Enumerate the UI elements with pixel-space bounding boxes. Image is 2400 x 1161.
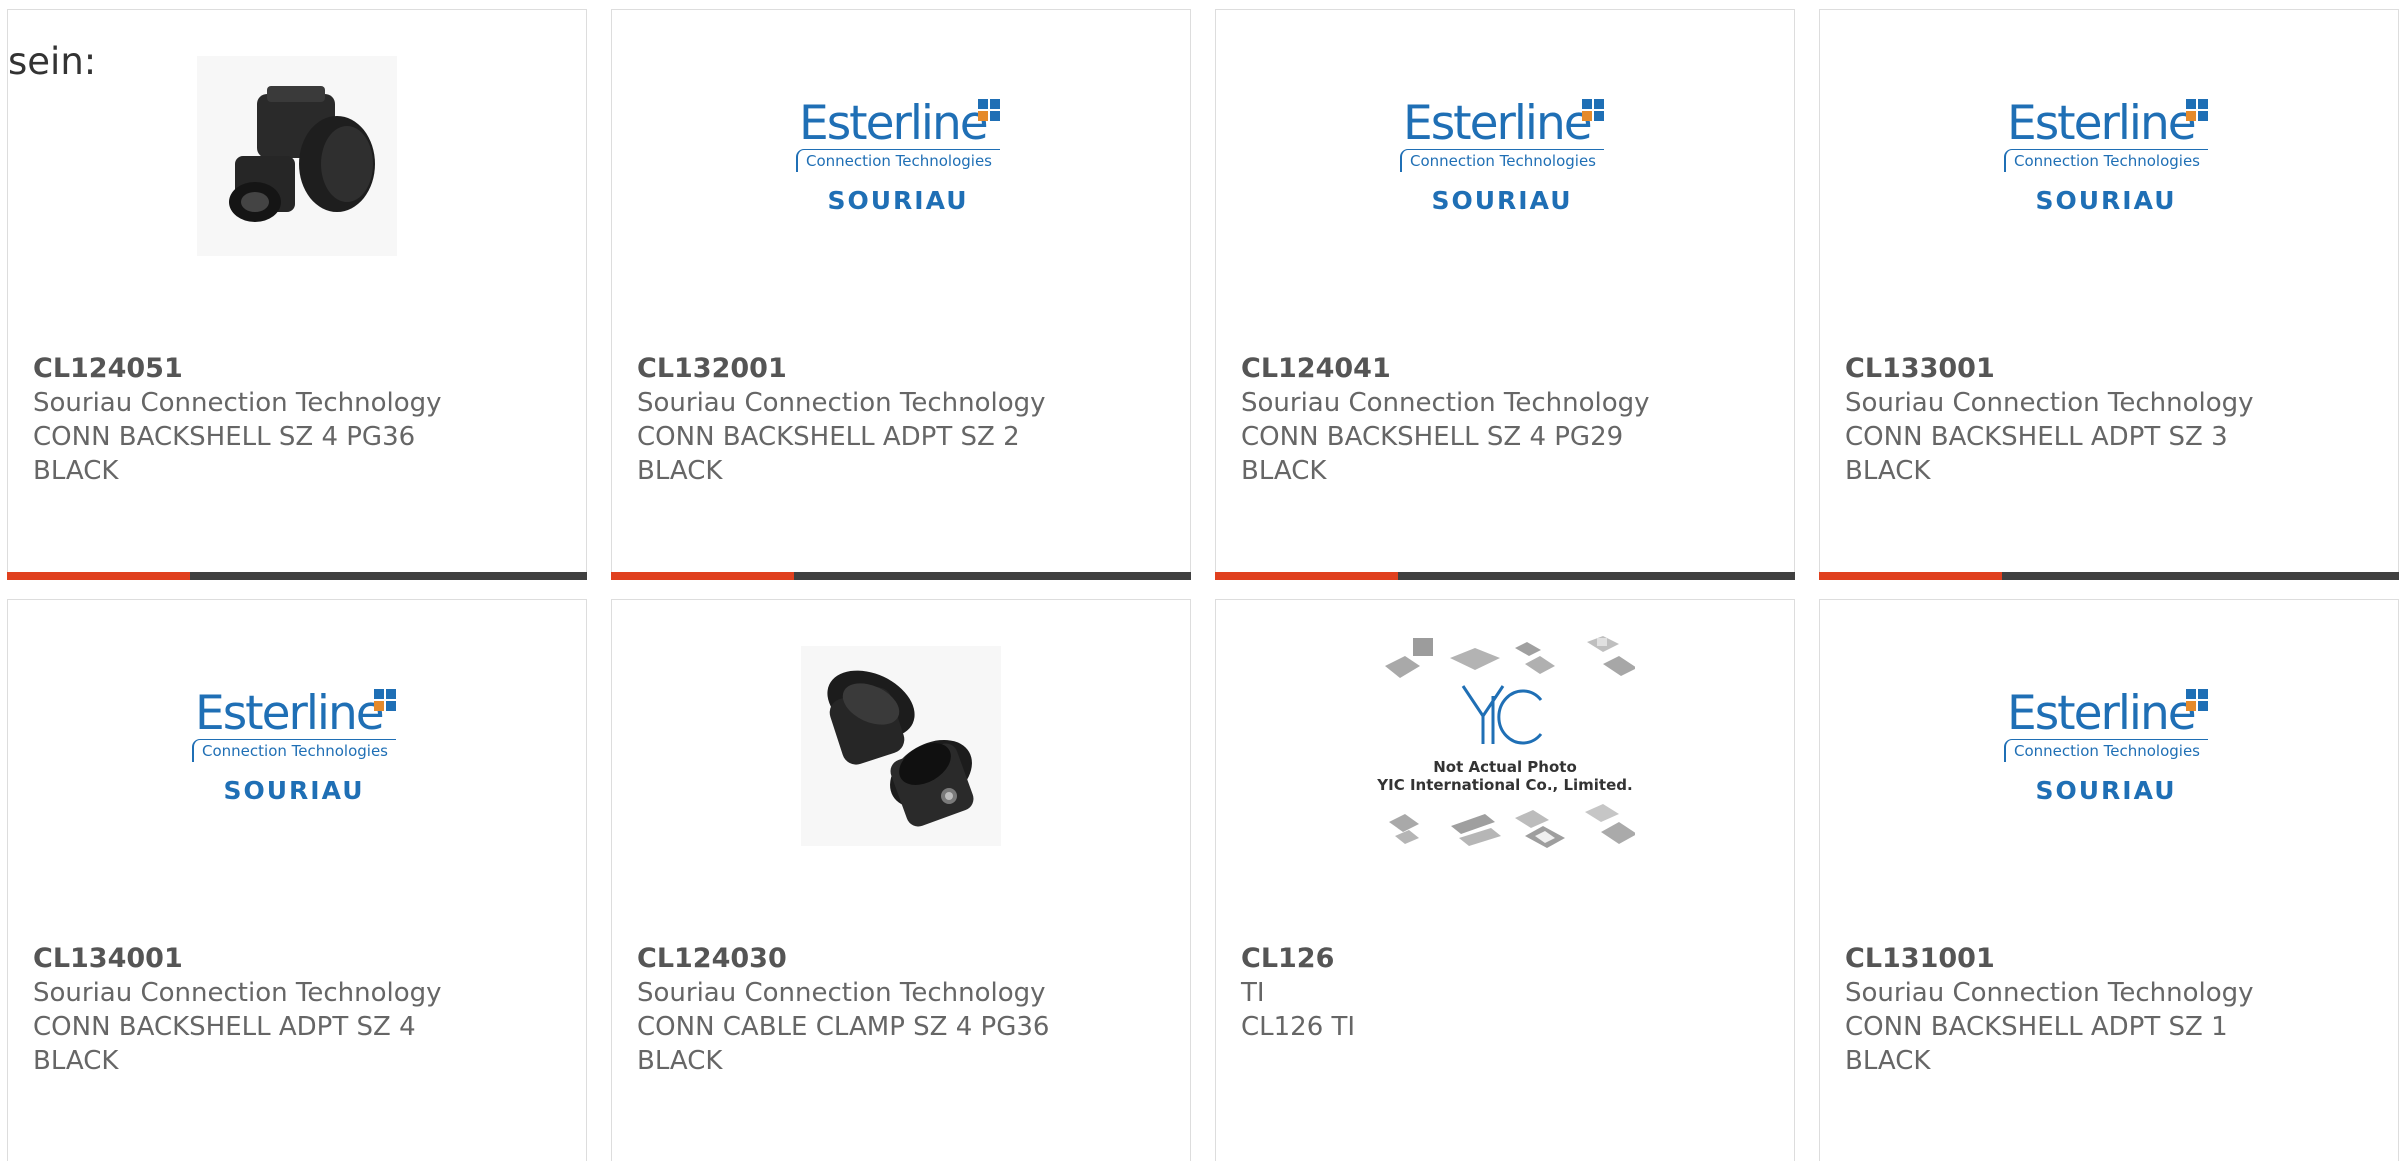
- card-accent: [611, 572, 794, 580]
- logo-brand: Esterline: [2007, 686, 2197, 741]
- card-accent: [1215, 572, 1398, 580]
- product-info: CL134001 Souriau Connection Technology C…: [33, 942, 566, 1078]
- esterline-souriau-logo: Esterline Connection Technologies SOURIA…: [2004, 81, 2214, 231]
- esterline-souriau-logo: Esterline Connection Technologies SOURIA…: [2004, 671, 2214, 821]
- product-card[interactable]: Esterline Connection Technologies SOURIA…: [1819, 9, 2399, 580]
- manufacturer: TI: [1241, 978, 1265, 1008]
- card-bottom-bar: [1215, 572, 1795, 580]
- part-number-link[interactable]: CL124041: [1241, 352, 1774, 386]
- card-bottom-bar: [611, 572, 1191, 580]
- product-card[interactable]: Esterline Connection Technologies SOURIA…: [1215, 9, 1795, 580]
- product-info: CL124030 Souriau Connection Technology C…: [637, 942, 1170, 1078]
- product-card[interactable]: CL124051 Souriau Connection Technology C…: [7, 9, 587, 580]
- product-info: CL131001 Souriau Connection Technology C…: [1845, 942, 2378, 1078]
- logo-subtitle: Connection Technologies: [796, 149, 1000, 172]
- product-image: Esterline Connection Technologies SOURIA…: [8, 646, 586, 846]
- logo-brand: Esterline: [1403, 96, 1593, 151]
- logo-name: SOURIAU: [827, 186, 969, 215]
- description: CL126 TI: [1241, 1012, 1356, 1042]
- card-accent: [1819, 572, 2002, 580]
- manufacturer: Souriau Connection Technology: [637, 388, 1046, 418]
- part-number-link[interactable]: CL132001: [637, 352, 1170, 386]
- esterline-souriau-logo: Esterline Connection Technologies SOURIA…: [796, 81, 1006, 231]
- description: CONN BACKSHELL ADPT SZ 2 BLACK: [637, 422, 1020, 486]
- logo-subtitle: Connection Technologies: [2004, 149, 2208, 172]
- description: CONN CABLE CLAMP SZ 4 PG36 BLACK: [637, 1012, 1050, 1076]
- product-image: Esterline Connection Technologies SOURIA…: [612, 56, 1190, 256]
- part-number-link[interactable]: CL124051: [33, 352, 566, 386]
- logo-name: SOURIAU: [2035, 186, 2177, 215]
- logo-brand: Esterline: [2007, 96, 2197, 151]
- logo-name: SOURIAU: [223, 776, 365, 805]
- logo-mark-icon: [978, 99, 1000, 121]
- manufacturer: Souriau Connection Technology: [637, 978, 1046, 1008]
- yic-note-line2: YIC International Co., Limited.: [1377, 776, 1633, 794]
- product-card[interactable]: Esterline Connection Technologies SOURIA…: [1819, 599, 2399, 1161]
- product-info: CL124041 Souriau Connection Technology C…: [1241, 352, 1774, 488]
- logo-name: SOURIAU: [2035, 776, 2177, 805]
- part-number-link[interactable]: CL134001: [33, 942, 566, 976]
- product-info: CL132001 Souriau Connection Technology C…: [637, 352, 1170, 488]
- description: CONN BACKSHELL ADPT SZ 3 BLACK: [1845, 422, 2228, 486]
- logo-subtitle: Connection Technologies: [2004, 739, 2208, 762]
- manufacturer: Souriau Connection Technology: [1845, 388, 2254, 418]
- part-number-link[interactable]: CL124030: [637, 942, 1170, 976]
- manufacturer: Souriau Connection Technology: [33, 978, 442, 1008]
- description: CONN BACKSHELL SZ 4 PG29 BLACK: [1241, 422, 1624, 486]
- esterline-souriau-logo: Esterline Connection Technologies SOURIA…: [1400, 81, 1610, 231]
- yic-placeholder-image: Not Actual Photo YIC International Co., …: [1375, 626, 1635, 866]
- logo-subtitle: Connection Technologies: [192, 739, 396, 762]
- manufacturer: Souriau Connection Technology: [1845, 978, 2254, 1008]
- card-bottom-bar: [7, 572, 587, 580]
- description: CONN BACKSHELL ADPT SZ 4 BLACK: [33, 1012, 416, 1076]
- product-image: Not Actual Photo YIC International Co., …: [1216, 636, 1794, 848]
- description: CONN BACKSHELL ADPT SZ 1 BLACK: [1845, 1012, 2228, 1076]
- product-image: Esterline Connection Technologies SOURIA…: [1216, 56, 1794, 256]
- product-card[interactable]: Esterline Connection Technologies SOURIA…: [611, 9, 1191, 580]
- product-info: CL133001 Souriau Connection Technology C…: [1845, 352, 2378, 488]
- product-image: [8, 56, 586, 256]
- logo-mark-icon: [2186, 99, 2208, 121]
- manufacturer: Souriau Connection Technology: [1241, 388, 1650, 418]
- description: CONN BACKSHELL SZ 4 PG36 BLACK: [33, 422, 416, 486]
- logo-name: SOURIAU: [1431, 186, 1573, 215]
- part-number-link[interactable]: CL133001: [1845, 352, 2378, 386]
- product-image: Esterline Connection Technologies SOURIA…: [1820, 646, 2398, 846]
- intro-text: sein:: [8, 40, 97, 83]
- logo-mark-icon: [374, 689, 396, 711]
- logo-mark-icon: [1582, 99, 1604, 121]
- product-image: [612, 646, 1190, 846]
- product-info: CL126 TI CL126 TI: [1241, 942, 1774, 1044]
- esterline-souriau-logo: Esterline Connection Technologies SOURIA…: [192, 671, 402, 821]
- logo-mark-icon: [2186, 689, 2208, 711]
- manufacturer: Souriau Connection Technology: [33, 388, 442, 418]
- card-accent: [7, 572, 190, 580]
- product-card[interactable]: CL124030 Souriau Connection Technology C…: [611, 599, 1191, 1161]
- logo-subtitle: Connection Technologies: [1400, 149, 1604, 172]
- card-bottom-bar: [1819, 572, 2399, 580]
- product-card[interactable]: Esterline Connection Technologies SOURIA…: [7, 599, 587, 1161]
- chip-packages-icon: [1385, 636, 1635, 848]
- product-card[interactable]: Not Actual Photo YIC International Co., …: [1215, 599, 1795, 1161]
- part-number-link[interactable]: CL131001: [1845, 942, 2378, 976]
- right-angle-backshell-photo: [197, 56, 397, 256]
- part-number-link[interactable]: CL126: [1241, 942, 1774, 976]
- product-image: Esterline Connection Technologies SOURIA…: [1820, 56, 2398, 256]
- logo-brand: Esterline: [195, 686, 385, 741]
- product-grid-page: sein: CL124051 Souriau Connection Techno…: [0, 0, 2400, 1161]
- yic-note-line1: Not Actual Photo: [1433, 758, 1577, 776]
- product-info: CL124051 Souriau Connection Technology C…: [33, 352, 566, 488]
- cable-clamp-photo: [801, 646, 1001, 846]
- logo-brand: Esterline: [799, 96, 989, 151]
